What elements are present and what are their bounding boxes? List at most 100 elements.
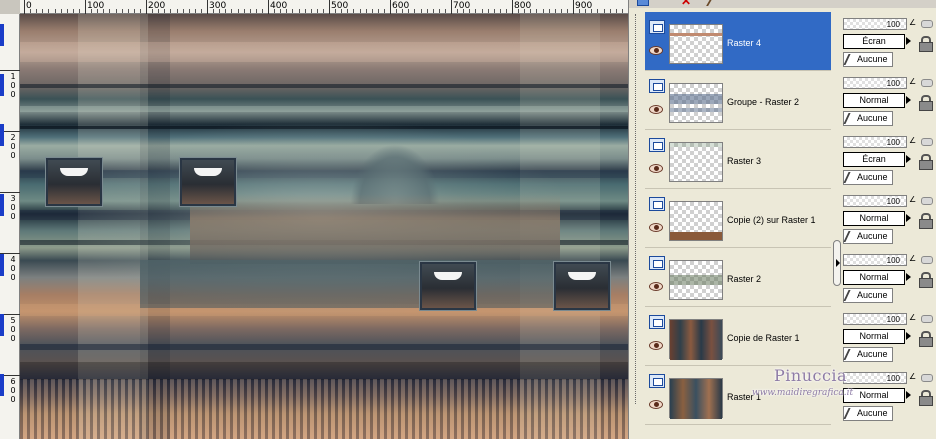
layer-type-icon[interactable] bbox=[649, 374, 665, 388]
blend-dropdown-arrow-icon[interactable] bbox=[906, 332, 911, 340]
opacity-field[interactable]: 100 bbox=[843, 18, 907, 30]
layer-name: Raster 4 bbox=[727, 38, 762, 48]
visibility-eye-icon[interactable] bbox=[649, 400, 663, 409]
image-frame bbox=[46, 158, 102, 206]
layer-row[interactable]: Raster 4 bbox=[645, 12, 831, 71]
ruler-label: 700 bbox=[453, 1, 471, 11]
visibility-eye-icon[interactable] bbox=[649, 341, 663, 350]
opacity-spinner-icon[interactable]: ∠ bbox=[909, 136, 916, 146]
layer-row[interactable]: Raster 2 bbox=[645, 248, 831, 307]
link-icon[interactable] bbox=[921, 374, 933, 382]
link-icon[interactable] bbox=[921, 197, 933, 205]
mask-field[interactable]: Aucune bbox=[843, 347, 893, 362]
visibility-eye-icon[interactable] bbox=[649, 282, 663, 291]
opacity-field[interactable]: 100 bbox=[843, 136, 907, 148]
ruler-minor-tick bbox=[335, 9, 337, 13]
layer-type-icon[interactable] bbox=[649, 79, 665, 93]
thumbnail-content bbox=[670, 320, 722, 360]
mask-field[interactable]: Aucune bbox=[843, 52, 893, 67]
ruler-minor-tick bbox=[408, 9, 410, 13]
blend-mode-select[interactable]: Normal bbox=[843, 93, 905, 108]
ruler-minor-tick bbox=[432, 9, 434, 13]
lock-transparency-icon[interactable] bbox=[919, 331, 933, 347]
layer-row[interactable]: Raster 3 bbox=[645, 130, 831, 189]
ruler-minor-tick bbox=[475, 9, 477, 13]
link-icon[interactable] bbox=[921, 138, 933, 146]
layer-thumbnail bbox=[669, 378, 723, 419]
mask-field[interactable]: Aucune bbox=[843, 406, 893, 421]
layer-row[interactable]: Copie (2) sur Raster 1 bbox=[645, 189, 831, 248]
ruler-minor-tick bbox=[200, 9, 202, 13]
delete-layer-icon[interactable]: ✕ bbox=[681, 0, 693, 7]
canvas-area[interactable]: 0 100 200 300 400 500 600 700 800 900 1 0 02 0 03… bbox=[0, 0, 629, 439]
ruler-minor-tick bbox=[371, 9, 373, 13]
lock-transparency-icon[interactable] bbox=[919, 36, 933, 52]
opacity-field[interactable]: 100 bbox=[843, 77, 907, 89]
blend-mode-select[interactable]: Normal bbox=[843, 211, 905, 226]
ruler-minor-tick bbox=[274, 9, 276, 13]
lock-transparency-icon[interactable] bbox=[919, 213, 933, 229]
ruler-minor-tick bbox=[48, 9, 50, 13]
image-buildings bbox=[190, 194, 560, 264]
opacity-spinner-icon[interactable]: ∠ bbox=[909, 372, 916, 382]
ruler-guide-marker bbox=[0, 124, 4, 146]
link-icon[interactable] bbox=[921, 256, 933, 264]
layer-type-icon[interactable] bbox=[649, 256, 665, 270]
visibility-eye-icon[interactable] bbox=[649, 105, 663, 114]
lock-transparency-icon[interactable] bbox=[919, 154, 933, 170]
lock-transparency-icon[interactable] bbox=[919, 272, 933, 288]
visibility-eye-icon[interactable] bbox=[649, 164, 663, 173]
opacity-field[interactable]: 100 bbox=[843, 313, 907, 325]
opacity-field[interactable]: 100 bbox=[843, 195, 907, 207]
ruler-minor-tick bbox=[585, 9, 587, 13]
opacity-spinner-icon[interactable]: ∠ bbox=[909, 77, 916, 87]
layer-row[interactable]: Groupe - Raster 2 bbox=[645, 71, 831, 130]
blend-dropdown-arrow-icon[interactable] bbox=[906, 273, 911, 281]
opacity-spinner-icon[interactable]: ∠ bbox=[909, 254, 916, 264]
blend-dropdown-arrow-icon[interactable] bbox=[906, 96, 911, 104]
mask-field[interactable]: Aucune bbox=[843, 111, 893, 126]
new-layer-icon[interactable] bbox=[637, 0, 649, 6]
opacity-spinner-icon[interactable]: ∠ bbox=[909, 313, 916, 323]
ruler-label: 5 0 0 bbox=[10, 316, 16, 343]
layer-type-icon[interactable] bbox=[649, 197, 665, 211]
image-frame bbox=[180, 158, 236, 206]
layer-properties: 100 ∠ Normal Aucune bbox=[839, 71, 936, 130]
ruler-minor-tick bbox=[621, 9, 623, 13]
ruler-minor-tick bbox=[536, 9, 538, 13]
opacity-field[interactable]: 100 bbox=[843, 254, 907, 266]
layer-type-icon[interactable] bbox=[649, 138, 665, 152]
blend-dropdown-arrow-icon[interactable] bbox=[906, 391, 911, 399]
blend-dropdown-arrow-icon[interactable] bbox=[906, 37, 911, 45]
lock-transparency-icon[interactable] bbox=[919, 390, 933, 406]
ruler-guide-marker bbox=[0, 24, 4, 46]
opacity-spinner-icon[interactable]: ∠ bbox=[909, 18, 916, 28]
mask-field[interactable]: Aucune bbox=[843, 170, 893, 185]
ruler-minor-tick bbox=[499, 9, 501, 13]
layer-row[interactable]: Copie de Raster 1 bbox=[645, 307, 831, 366]
visibility-eye-icon[interactable] bbox=[649, 46, 663, 55]
blend-dropdown-arrow-icon[interactable] bbox=[906, 214, 911, 222]
blend-mode-select[interactable]: Normal bbox=[843, 270, 905, 285]
canvas-image[interactable] bbox=[20, 14, 628, 439]
ruler-minor-tick bbox=[30, 9, 32, 13]
link-icon[interactable] bbox=[921, 315, 933, 323]
layer-type-icon[interactable] bbox=[649, 20, 665, 34]
link-icon[interactable] bbox=[921, 79, 933, 87]
ruler-minor-tick bbox=[481, 9, 483, 13]
opacity-spinner-icon[interactable]: ∠ bbox=[909, 195, 916, 205]
blend-mode-select[interactable]: Écran bbox=[843, 152, 905, 167]
blend-dropdown-arrow-icon[interactable] bbox=[906, 155, 911, 163]
link-icon[interactable] bbox=[921, 20, 933, 28]
mask-field[interactable]: Aucune bbox=[843, 229, 893, 244]
blend-mode-select[interactable]: Normal bbox=[843, 329, 905, 344]
visibility-eye-icon[interactable] bbox=[649, 223, 663, 232]
lock-transparency-icon[interactable] bbox=[919, 95, 933, 111]
ruler-minor-tick bbox=[66, 9, 68, 13]
thumbnail-content bbox=[670, 379, 722, 419]
image-water bbox=[140, 260, 560, 308]
blend-mode-select[interactable]: Écran bbox=[843, 34, 905, 49]
mask-field[interactable]: Aucune bbox=[843, 288, 893, 303]
brush-tool-icon[interactable] bbox=[706, 0, 724, 6]
layer-type-icon[interactable] bbox=[649, 315, 665, 329]
